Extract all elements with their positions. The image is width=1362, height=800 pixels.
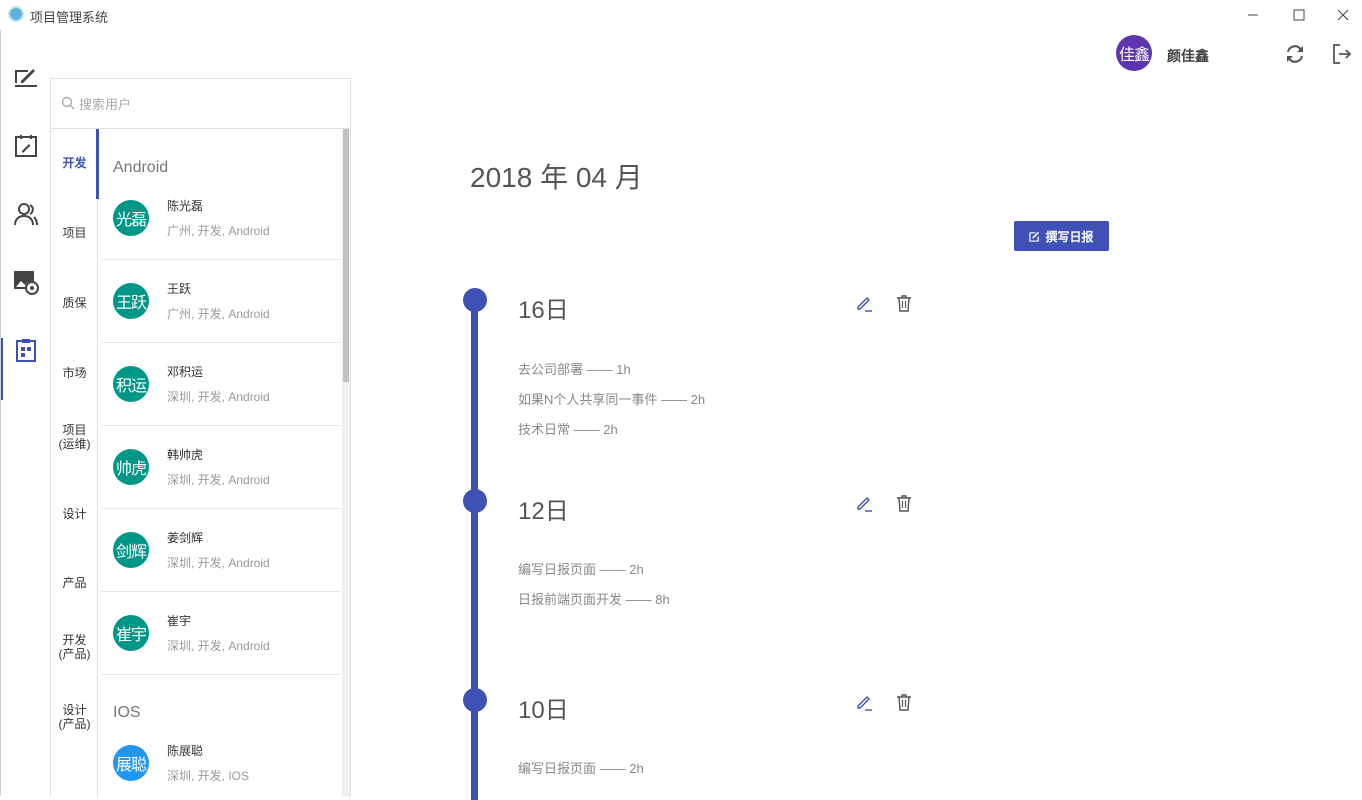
user-item-meta: 深圳, 开发, Android (167, 390, 270, 404)
user-list-item[interactable]: 崔宇 崔宇 深圳, 开发, Android (101, 592, 341, 675)
search-bar (51, 79, 350, 129)
user-item-meta: 广州, 开发, Android (167, 224, 270, 238)
day-label: 16日 (518, 297, 569, 324)
category-item[interactable]: 开发 (产品) (51, 633, 98, 661)
minimize-icon (1248, 14, 1258, 16)
user-item-name: 崔宇 (167, 614, 192, 628)
timeline-dot (463, 489, 487, 513)
window-title: 项目管理系统 (30, 10, 109, 25)
user-item-name: 陈光磊 (167, 199, 204, 213)
left-nav (0, 30, 50, 796)
category-item[interactable]: 质保 (51, 296, 98, 310)
app-header: 佳鑫 颜佳鑫 (0, 30, 1362, 78)
category-item[interactable]: 设计 (产品) (51, 703, 98, 731)
nav-users-icon[interactable] (12, 200, 40, 228)
user-list: Android 光磊 陈光磊 广州, 开发, Android 王跃 王跃 广州,… (101, 129, 341, 797)
nav-calendar-icon[interactable] (12, 132, 40, 160)
delete-entry-icon[interactable] (894, 692, 914, 712)
avatar: 崔宇 (113, 615, 149, 651)
category-item[interactable]: 产品 (51, 576, 98, 590)
app-logo-icon (8, 6, 24, 22)
day-label: 12日 (518, 498, 569, 525)
category-item[interactable]: 设计 (51, 507, 98, 521)
report-entry: 去公司部署 —— 1h (518, 362, 631, 377)
category-list: 开发 项目 质保 市场 项目 (运维) 设计 产品 开发 (产品) 设计 (产品… (51, 129, 99, 797)
edit-icon (1029, 231, 1040, 242)
avatar: 光磊 (113, 200, 149, 236)
avatar: 王跃 (113, 283, 149, 319)
timeline-line (471, 300, 478, 800)
logout-icon[interactable] (1330, 42, 1354, 66)
title-bar: 项目管理系统 (0, 0, 1362, 30)
write-report-label: 撰写日报 (1045, 229, 1094, 244)
user-item-name: 陈展聪 (167, 744, 204, 758)
user-item-name: 姜剑辉 (167, 531, 204, 545)
group-label: IOS (113, 704, 141, 721)
month-title: 2018 年 04 月 (470, 162, 643, 193)
report-entry: 技术日常 —— 2h (518, 422, 618, 437)
category-item[interactable]: 市场 (51, 366, 98, 380)
user-item-meta: 广州, 开发, Android (167, 307, 270, 321)
user-item-meta: 深圳, 开发, Android (167, 473, 270, 487)
user-item-name: 王跃 (167, 282, 192, 296)
user-item-name: 韩帅虎 (167, 448, 204, 462)
scrollbar-thumb[interactable] (343, 129, 349, 382)
timeline-dot (463, 688, 487, 712)
user-list-item[interactable]: 展聪 陈展聪 深圳, 开发, IOS (101, 722, 341, 797)
user-item-meta: 深圳, 开发, Android (167, 639, 270, 653)
report-entry: 如果N个人共享同一事件 —— 2h (518, 392, 706, 407)
delete-entry-icon[interactable] (894, 293, 914, 313)
user-list-item[interactable]: 积运 邓积运 深圳, 开发, Android (101, 343, 341, 426)
category-item[interactable]: 开发 (51, 156, 98, 170)
user-list-item[interactable]: 剑辉 姜剑辉 深圳, 开发, Android (101, 509, 341, 592)
user-item-meta: 深圳, 开发, IOS (167, 769, 250, 783)
search-icon (61, 96, 75, 110)
user-item-meta: 深圳, 开发, Android (167, 556, 270, 570)
user-item-name: 邓积运 (167, 365, 204, 379)
report-entry: 日报前端页面开发 —— 8h (518, 592, 670, 607)
minimize-button[interactable] (1230, 0, 1276, 30)
day-label: 10日 (518, 697, 569, 724)
edit-entry-icon[interactable] (854, 493, 874, 513)
user-name: 颜佳鑫 (1167, 48, 1209, 64)
user-panel: 开发 项目 质保 市场 项目 (运维) 设计 产品 开发 (产品) 设计 (产品… (50, 78, 351, 797)
category-item[interactable]: 项目 (运维) (51, 423, 98, 451)
report-timeline: 2018 年 04 月 撰写日报 16日 去公司部署 —— 1h 如果N个人共享… (352, 78, 1362, 800)
nav-active-indicator (1, 338, 3, 400)
report-entry: 编写日报页面 —— 2h (518, 761, 644, 776)
maximize-button[interactable] (1276, 0, 1322, 30)
edit-entry-icon[interactable] (854, 692, 874, 712)
maximize-icon (1293, 9, 1305, 21)
avatar: 展聪 (113, 745, 149, 781)
nav-edit-icon[interactable] (12, 64, 40, 92)
refresh-icon[interactable] (1283, 42, 1307, 66)
close-button[interactable] (1320, 0, 1362, 30)
delete-entry-icon[interactable] (894, 493, 914, 513)
category-item[interactable]: 项目 (51, 226, 98, 240)
report-entry: 编写日报页面 —— 2h (518, 562, 644, 577)
nav-image-settings-icon[interactable] (12, 268, 40, 296)
group-label: Android (113, 159, 169, 176)
avatar: 剑辉 (113, 532, 149, 568)
avatar: 帅虎 (113, 449, 149, 485)
timeline-dot (463, 288, 487, 312)
search-input[interactable] (79, 93, 329, 115)
user-avatar[interactable]: 佳鑫 (1116, 35, 1152, 71)
user-list-item[interactable]: 王跃 王跃 广州, 开发, Android (101, 260, 341, 343)
write-report-button[interactable]: 撰写日报 (1014, 221, 1109, 251)
edit-entry-icon[interactable] (854, 293, 874, 313)
user-list-item[interactable]: 光磊 陈光磊 广州, 开发, Android (101, 177, 341, 260)
close-icon (1337, 9, 1349, 21)
avatar: 积运 (113, 366, 149, 402)
user-list-item[interactable]: 帅虎 韩帅虎 深圳, 开发, Android (101, 426, 341, 509)
nav-clipboard-icon[interactable] (12, 336, 40, 364)
